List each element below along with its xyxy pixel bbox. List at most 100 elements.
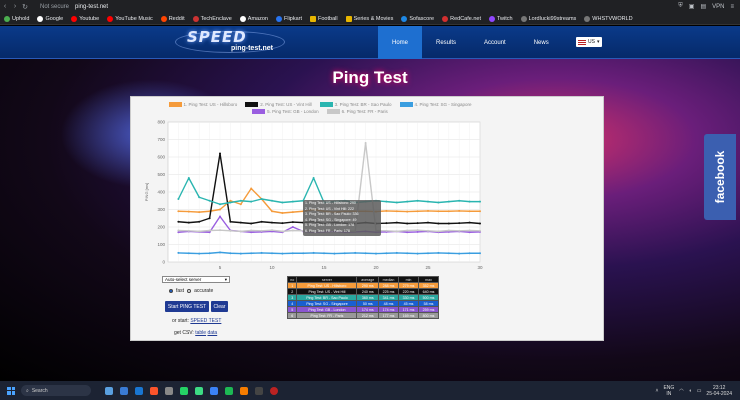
bookmark-icon: [520, 15, 527, 22]
taskbar-search[interactable]: ⌕ Search: [21, 385, 91, 396]
bookmark-item[interactable]: YouTube Music: [107, 15, 153, 22]
radio-fast[interactable]: [169, 289, 173, 293]
chevron-up-icon[interactable]: ˄: [656, 388, 659, 394]
bookmark-item[interactable]: Sofascore: [401, 15, 434, 22]
bookmark-item[interactable]: Amazon: [239, 15, 268, 22]
data-point: [447, 200, 450, 203]
legend-swatch: [168, 102, 182, 107]
windows-start-icon[interactable]: [7, 386, 15, 395]
bookmark-item[interactable]: Reddit: [160, 15, 185, 22]
menu-icon[interactable]: ≡: [730, 4, 734, 10]
back-icon[interactable]: ‹: [0, 3, 10, 10]
bookmark-item[interactable]: RedCafe.net: [442, 15, 481, 22]
data-point: [385, 229, 388, 232]
volume-icon[interactable]: ◖: [689, 388, 692, 394]
nav-news[interactable]: News: [520, 26, 563, 59]
language-indicator[interactable]: ENG IN: [663, 385, 674, 397]
bookmark-icon: [239, 15, 246, 22]
site-logo[interactable]: SPEED ping-test.net: [175, 28, 285, 57]
data-point: [271, 199, 273, 202]
whatsapp-icon[interactable]: [180, 386, 188, 395]
edge-icon[interactable]: [135, 386, 143, 395]
bookmark-item[interactable]: Uphold: [4, 15, 29, 22]
ping-chart[interactable]: 0 100 200 300 400 500 600 700 800 5 10 15 20 25 30 PING…: [140, 116, 490, 274]
csv-data-link[interactable]: data: [207, 330, 217, 336]
data-point: [177, 251, 180, 254]
sidebar-icon[interactable]: ▤: [700, 3, 706, 10]
bookmark-item[interactable]: Google: [37, 15, 63, 22]
facebook-tab[interactable]: facebook: [704, 134, 736, 220]
y-tick-label: 800: [157, 120, 165, 125]
speed-test-link[interactable]: SPEED TEST: [190, 318, 221, 324]
data-point: [260, 198, 263, 200]
nav-results[interactable]: Results: [422, 26, 470, 59]
mode-radio-group: fast accurate: [169, 288, 213, 294]
address-bar[interactable]: ping-test.net: [75, 4, 108, 10]
language-select[interactable]: US ▾: [576, 37, 602, 47]
security-indicator[interactable]: Not secure: [40, 4, 69, 10]
app-icon[interactable]: [240, 386, 248, 395]
data-point: [229, 220, 232, 223]
main-nav: Home Results Account News: [378, 26, 563, 59]
data-point: [291, 229, 294, 232]
shield-icon[interactable]: ⛨: [678, 3, 683, 10]
bookmark-item[interactable]: TechEnclave: [192, 15, 232, 22]
app-icon[interactable]: [210, 386, 218, 395]
wifi-icon[interactable]: ◠: [679, 388, 683, 394]
radio-accurate[interactable]: [187, 289, 192, 293]
chart-tooltip: 1. Ping Test: US - Hillsboro: 290 2. Pin…: [303, 200, 381, 236]
nav-account[interactable]: Account: [470, 26, 520, 59]
bookmark-icon: [442, 15, 449, 22]
start-ping-button[interactable]: Start PING TEST: [165, 301, 209, 312]
data-point: [177, 198, 180, 200]
data-point: [239, 199, 242, 202]
clock[interactable]: 23:12 25-04-2024: [706, 385, 732, 397]
legend-item[interactable]: 1. Ping Test: US - Hillsboro: [168, 102, 237, 107]
bookmark-item[interactable]: Youtube: [71, 15, 99, 22]
data-point: [260, 220, 263, 223]
app-icon[interactable]: [195, 386, 203, 395]
app-icon[interactable]: [270, 386, 278, 395]
bookmark-icon: [401, 15, 408, 22]
clear-button[interactable]: Clear: [211, 301, 228, 312]
data-point: [281, 222, 284, 225]
data-point: [291, 200, 294, 203]
data-point: [437, 251, 440, 254]
data-point: [187, 177, 190, 179]
legend-item[interactable]: 2. Ping Test: US - Vint Hill: [245, 102, 312, 107]
battery-icon[interactable]: ▭: [697, 388, 702, 394]
y-tick-label: 0: [162, 260, 165, 265]
bookmark-item[interactable]: Twitch: [489, 15, 513, 22]
file-explorer-icon[interactable]: [120, 386, 128, 395]
legend-item[interactable]: 4. Ping Test: SG - Singapore: [399, 102, 471, 107]
app-icon[interactable]: [165, 386, 173, 395]
weather-icon[interactable]: [105, 386, 113, 395]
spotify-icon[interactable]: [225, 386, 233, 395]
bookmark-item[interactable]: Football: [310, 15, 338, 22]
legend-swatch: [252, 109, 266, 114]
bookmark-item[interactable]: Series & Movies: [345, 15, 393, 22]
brave-icon[interactable]: [150, 386, 158, 395]
legend-swatch: [326, 109, 340, 114]
legend-item[interactable]: 5. Ping Test: GB - London: [252, 109, 319, 114]
data-point: [312, 177, 315, 179]
bookmark-item[interactable]: WHSTVWORLD: [584, 15, 633, 22]
reload-icon[interactable]: ↻: [20, 3, 30, 11]
nav-home[interactable]: Home: [378, 26, 423, 59]
bookmark-item[interactable]: Lordlucki99streams: [520, 15, 576, 22]
data-point: [416, 252, 419, 255]
data-point: [375, 252, 377, 255]
data-point: [219, 215, 221, 218]
table-row[interactable]: 6 Ping Test: FR - Paris 212 ms 177 ms 169 ms…: [286, 312, 439, 319]
legend-item[interactable]: 3. Ping Test: BR - Sao Paulo: [319, 102, 392, 107]
forward-icon[interactable]: ›: [10, 3, 20, 10]
bookmark-item[interactable]: Flipkart: [275, 15, 302, 22]
y-axis-label: PING [ms]: [144, 183, 149, 201]
server-select[interactable]: Auto-select server ▾: [162, 276, 230, 283]
bookmark-icon: [584, 15, 591, 22]
legend-item[interactable]: 6. Ping Test: FR - Paris: [326, 109, 388, 114]
vpn-button[interactable]: VPN: [712, 4, 724, 10]
csv-table-link[interactable]: table: [195, 330, 206, 336]
app-icon[interactable]: [255, 386, 263, 395]
extensions-icon[interactable]: ▣: [689, 3, 695, 10]
